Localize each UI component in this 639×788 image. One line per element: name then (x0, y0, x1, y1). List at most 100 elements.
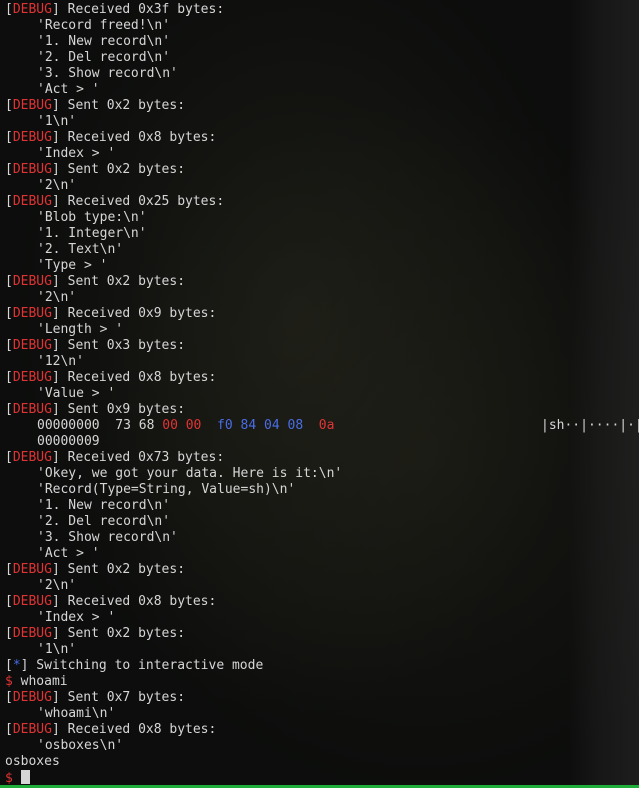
terminal-line: [DEBUG] Sent 0x7 bytes: (5, 690, 186, 705)
hexdump-ascii: |sh··|····|·| (541, 418, 639, 433)
log-text: Sent 0x2 bytes: (59, 274, 186, 289)
log-text: 'Act > ' (37, 82, 100, 97)
debug-tag: DEBUG (12, 194, 52, 209)
log-text: 'whoami\n' (37, 706, 116, 721)
log-text: Received 0x8 bytes: (59, 370, 217, 385)
log-text: '1. New record\n' (37, 498, 171, 513)
terminal-line: $ whoami (5, 674, 342, 690)
command-output: osboxes (5, 754, 60, 769)
terminal-output: [DEBUG] Received 0x3f bytes: 'Record free… (5, 2, 639, 786)
text-cursor[interactable] (20, 770, 30, 784)
debug-tag: DEBUG (12, 370, 52, 385)
terminal-line: [DEBUG] Received 0x9 bytes: (5, 306, 217, 321)
terminal-line: [DEBUG] Sent 0x2 bytes: (5, 274, 186, 289)
info-tag: * (12, 658, 21, 673)
terminal-line: [DEBUG] Sent 0x2 bytes: (5, 98, 186, 113)
log-text: '1. New record\n' (37, 34, 171, 49)
log-text: '2\n' (37, 178, 77, 193)
log-text: '2. Del record\n' (37, 50, 171, 65)
terminal-line: '3. Show record\n' (5, 66, 342, 82)
terminal-line: '2. Del record\n' (5, 50, 342, 66)
terminal-line: 'whoami\n' (5, 706, 342, 722)
terminal-line: [DEBUG] Sent 0x3 bytes: (5, 338, 186, 353)
debug-tag: DEBUG (12, 402, 52, 417)
terminal-window[interactable]: [DEBUG] Received 0x3f bytes: 'Record free… (0, 0, 639, 788)
terminal-line: [DEBUG] Received 0x8 bytes: (5, 130, 217, 145)
terminal-line: [DEBUG] Received 0x8 bytes: (5, 722, 217, 737)
log-text: Sent 0x9 bytes: (59, 402, 186, 417)
terminal-line: '12\n' (5, 354, 342, 370)
log-text: Sent 0x7 bytes: (59, 690, 186, 705)
log-text: '1\n' (37, 642, 77, 657)
hexdump-offset: 00000000 (37, 418, 100, 433)
prompt-symbol: $ (5, 674, 13, 689)
log-text: 'Record(Type=String, Value=sh)\n' (37, 482, 296, 497)
terminal-line: [DEBUG] Sent 0x2 bytes: (5, 562, 186, 577)
terminal-line: 'Length > ' (5, 322, 342, 338)
debug-tag: DEBUG (12, 306, 52, 321)
terminal-line: '2\n' (5, 578, 342, 594)
terminal-line: 00000009 (5, 434, 342, 450)
terminal-line: osboxes (5, 754, 342, 770)
log-text: Sent 0x2 bytes: (59, 162, 186, 177)
log-text: 'Index > ' (37, 146, 116, 161)
debug-tag: DEBUG (12, 130, 52, 145)
terminal-line: [DEBUG] Sent 0x2 bytes: (5, 162, 186, 177)
debug-tag: DEBUG (12, 722, 52, 737)
log-text: 'Length > ' (37, 322, 124, 337)
terminal-line: 'osboxes\n' (5, 738, 342, 754)
log-text: Received 0x8 bytes: (59, 722, 217, 737)
hexdump-bytes-newline: 0a (318, 418, 335, 433)
terminal-line: [DEBUG] Sent 0x2 bytes: (5, 626, 186, 641)
terminal-line: 'Blob type:\n' (5, 210, 342, 226)
log-text: 'Index > ' (37, 610, 116, 625)
log-text: 'Record freed!\n' (37, 18, 171, 33)
debug-tag: DEBUG (12, 450, 52, 465)
log-text: '3. Show record\n' (37, 66, 178, 81)
debug-tag: DEBUG (12, 162, 52, 177)
terminal-line: 'Okey, we got your data. Here is it:\n' (5, 466, 342, 482)
terminal-line: '1\n' (5, 642, 342, 658)
log-text: '3. Show record\n' (37, 530, 178, 545)
terminal-line: 'Record(Type=String, Value=sh)\n' (5, 482, 342, 498)
terminal-line: '2. Text\n' (5, 242, 342, 258)
log-text: 'Act > ' (37, 546, 100, 561)
debug-tag: DEBUG (12, 626, 52, 641)
log-text: '1. Integer\n' (37, 226, 147, 241)
background-side-panel (569, 0, 639, 788)
log-text: Sent 0x2 bytes: (59, 98, 186, 113)
log-text: 'Blob type:\n' (37, 210, 147, 225)
terminal-line: [DEBUG] Received 0x73 bytes: (5, 450, 225, 465)
log-text: '2\n' (37, 578, 77, 593)
debug-tag: DEBUG (12, 2, 52, 17)
terminal-line: '2. Del record\n' (5, 514, 342, 530)
terminal-line: 'Act > ' (5, 82, 342, 98)
command-text: whoami (12, 674, 68, 689)
terminal-line: [DEBUG] Received 0x25 bytes: (5, 194, 225, 209)
terminal-line: [DEBUG] Received 0x8 bytes: (5, 594, 217, 609)
terminal-line: '1. Integer\n' (5, 226, 342, 242)
log-text: 'Okey, we got your data. Here is it:\n' (37, 466, 343, 481)
log-text: '2\n' (37, 290, 77, 305)
terminal-line: 'Value > ' (5, 386, 342, 402)
log-text: '12\n' (37, 354, 84, 369)
debug-tag: DEBUG (12, 594, 52, 609)
terminal-line: 'Index > ' (5, 146, 342, 162)
debug-tag: DEBUG (12, 690, 52, 705)
terminal-line: $ (5, 770, 342, 786)
terminal-line: 'Act > ' (5, 546, 342, 562)
log-text: Sent 0x2 bytes: (59, 562, 186, 577)
prompt-symbol: $ (5, 771, 13, 786)
debug-tag: DEBUG (12, 338, 52, 353)
log-text: 'Type > ' (37, 258, 108, 273)
hexdump-bytes: 73 68 (115, 418, 155, 433)
terminal-line: '3. Show record\n' (5, 530, 342, 546)
terminal-line: '2\n' (5, 290, 342, 306)
hexdump-bytes-null: 00 00 (162, 418, 202, 433)
terminal-line: '2\n' (5, 178, 342, 194)
hexdump-bytes-address: f0 84 04 08 (217, 418, 304, 433)
log-text: '1\n' (37, 114, 77, 129)
log-text: 'osboxes\n' (37, 738, 124, 753)
log-text: Received 0x8 bytes: (59, 130, 217, 145)
terminal-line: '1. New record\n' (5, 34, 342, 50)
